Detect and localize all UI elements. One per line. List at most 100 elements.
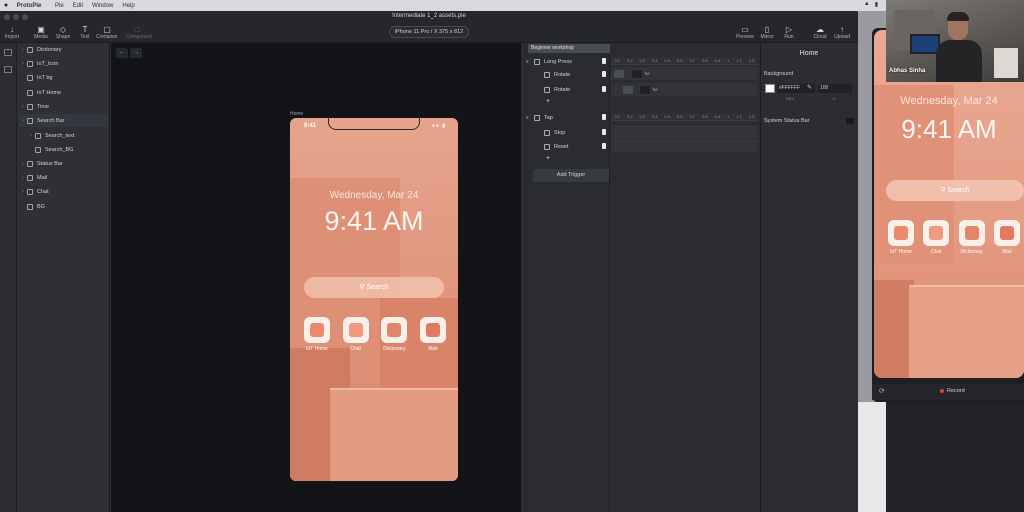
app-icon[interactable]: Mail: [416, 317, 450, 352]
layer-row[interactable]: › Status Bar: [19, 157, 108, 170]
scene-name[interactable]: Beginner workshop: [528, 44, 610, 53]
device-selector[interactable]: iPhone 11 Pro / X 375 x 812: [389, 26, 469, 38]
layer-name: Dictionary: [37, 46, 62, 53]
component-button[interactable]: □ Component: [126, 25, 152, 40]
response-rotate[interactable]: Rotate: [536, 68, 610, 81]
keyframe-block[interactable]: [623, 86, 633, 94]
status-bar-toggle[interactable]: [846, 118, 854, 124]
mirror-label: Mirror: [760, 34, 774, 40]
mirror-button[interactable]: ▯ Mirror: [756, 25, 778, 40]
layer-row[interactable]: › Time: [19, 100, 108, 113]
app-icon[interactable]: IoT Home: [884, 220, 918, 255]
document-icon[interactable]: [602, 86, 606, 92]
app-glyph-icon: [425, 323, 440, 337]
timeline-ruler[interactable]: 0.1 0.2 0.3 0.4 0.5 0.6 0.7 0.8 0.9 1 1.1 1.2: [611, 113, 758, 121]
layer-row[interactable]: › IoT_Icon: [19, 57, 108, 70]
text-button[interactable]: T Text: [74, 25, 96, 40]
layer-row[interactable]: IoT Home: [19, 86, 108, 99]
app-icon[interactable]: Chat: [919, 220, 953, 255]
refresh-icon[interactable]: ⟳: [879, 387, 885, 395]
menu-edit[interactable]: Edit: [73, 3, 83, 9]
desktop-background: [858, 402, 886, 512]
add-response-button[interactable]: +: [546, 95, 566, 108]
layer-icon: [35, 146, 41, 153]
document-icon[interactable]: [602, 129, 606, 135]
chevron-right-icon[interactable]: ›: [19, 118, 27, 124]
layer-row[interactable]: › Chat: [19, 185, 108, 198]
document-icon[interactable]: [602, 114, 606, 120]
ruler-tick: 1.1: [736, 58, 742, 63]
menu-protopie[interactable]: ProtoPie: [12, 3, 46, 9]
chevron-right-icon[interactable]: ›: [19, 175, 27, 181]
record-button[interactable]: Record: [940, 388, 965, 394]
response-stop[interactable]: Stop: [536, 126, 610, 139]
add-trigger-button[interactable]: Add Trigger: [533, 169, 609, 182]
menu-window[interactable]: Window: [92, 3, 113, 9]
app-icon[interactable]: Dictionary: [955, 220, 989, 255]
run-button[interactable]: ▷ Run: [778, 25, 800, 40]
shape-button[interactable]: ◇ Shape: [52, 25, 74, 40]
upload-button[interactable]: ↑ Upload: [831, 25, 853, 40]
lockscreen-time[interactable]: 9:41 AM: [290, 206, 458, 237]
chevron-right-icon[interactable]: ›: [19, 47, 27, 53]
preview-button[interactable]: ▭ Preview: [734, 25, 756, 40]
battery-icon[interactable]: ▮: [875, 1, 878, 8]
wifi-icon[interactable]: ▲: [864, 1, 870, 8]
keyframe-block[interactable]: [640, 86, 650, 94]
assets-tab-icon[interactable]: [4, 66, 12, 73]
timeline-track[interactable]: [611, 125, 758, 138]
layers-tab-icon[interactable]: [4, 49, 12, 56]
timeline-track[interactable]: [611, 83, 758, 96]
document-icon[interactable]: [602, 71, 606, 77]
eyedropper-icon[interactable]: ✎: [807, 84, 812, 91]
cloud-button[interactable]: ☁ Cloud: [809, 25, 831, 40]
document-icon[interactable]: [602, 143, 606, 149]
trigger-label: Long Press: [544, 58, 572, 65]
timeline-ruler[interactable]: 0.1 0.2 0.3 0.4 0.5 0.6 0.7 0.8 0.9 1 1.1 1.2: [611, 57, 758, 65]
menu-help[interactable]: Help: [122, 3, 134, 9]
timeline-track[interactable]: [611, 139, 758, 152]
apple-icon[interactable]: ●: [0, 2, 12, 9]
layer-row[interactable]: Search_BG: [19, 143, 108, 156]
layer-row[interactable]: › Mail: [19, 171, 108, 184]
document-icon[interactable]: [602, 58, 606, 64]
container-icon: ▢: [103, 25, 111, 34]
preview-search-bar[interactable]: ⚲ Search: [886, 180, 1024, 201]
lockscreen-date[interactable]: Wednesday, Mar 24: [290, 190, 458, 201]
phone-artboard[interactable]: 9:41 ●● ▮ Wednesday, Mar 24 9:41 AM ⚲ Se…: [290, 118, 458, 481]
media-button[interactable]: ▣ Media: [30, 25, 52, 40]
keyframe-block[interactable]: [632, 70, 642, 78]
chevron-right-icon[interactable]: ›: [19, 161, 27, 167]
app-icon[interactable]: Chat: [339, 317, 373, 352]
add-response-button[interactable]: +: [546, 152, 566, 165]
import-button[interactable]: ↓ Import: [1, 25, 23, 40]
background-color-swatch[interactable]: [765, 84, 775, 93]
container-button[interactable]: ▢ Container: [96, 25, 118, 40]
search-bar[interactable]: ⚲ Search: [304, 277, 444, 298]
artboard-label[interactable]: Home: [290, 111, 303, 117]
trigger-long-press[interactable]: ▾ Long Press: [526, 55, 610, 68]
preview-screen[interactable]: Wednesday, Mar 24 9:41 AM ⚲ Search IoT H…: [874, 30, 1024, 378]
preview-window-footer: [886, 402, 1024, 512]
chevron-right-icon[interactable]: ›: [19, 104, 27, 110]
layer-row[interactable]: BG: [19, 200, 108, 213]
opacity-input[interactable]: 100: [818, 84, 852, 93]
app-icon[interactable]: Mail: [990, 220, 1024, 255]
trigger-tap[interactable]: ▾ Tap: [526, 111, 610, 124]
layer-row[interactable]: › Search_text: [19, 129, 108, 142]
layer-row[interactable]: › Dictionary: [19, 43, 108, 56]
app-icon[interactable]: Dictionary: [377, 317, 411, 352]
menu-pie[interactable]: Pie: [55, 3, 64, 9]
layer-row[interactable]: IoT bg: [19, 71, 108, 84]
import-label: Import: [4, 34, 20, 40]
chevron-right-icon[interactable]: ›: [19, 189, 27, 195]
app-glyph-icon: [894, 226, 908, 240]
back-arrow-icon[interactable]: ←: [116, 48, 128, 58]
layer-row[interactable]: › Search Bar: [19, 114, 108, 127]
keyframe-block[interactable]: [614, 70, 624, 78]
app-icon[interactable]: IoT Home: [300, 317, 334, 352]
chevron-right-icon[interactable]: ›: [19, 61, 27, 67]
forward-arrow-icon[interactable]: →: [130, 48, 142, 58]
chevron-right-icon[interactable]: ›: [27, 133, 35, 139]
opacity-caption: %: [832, 96, 836, 101]
